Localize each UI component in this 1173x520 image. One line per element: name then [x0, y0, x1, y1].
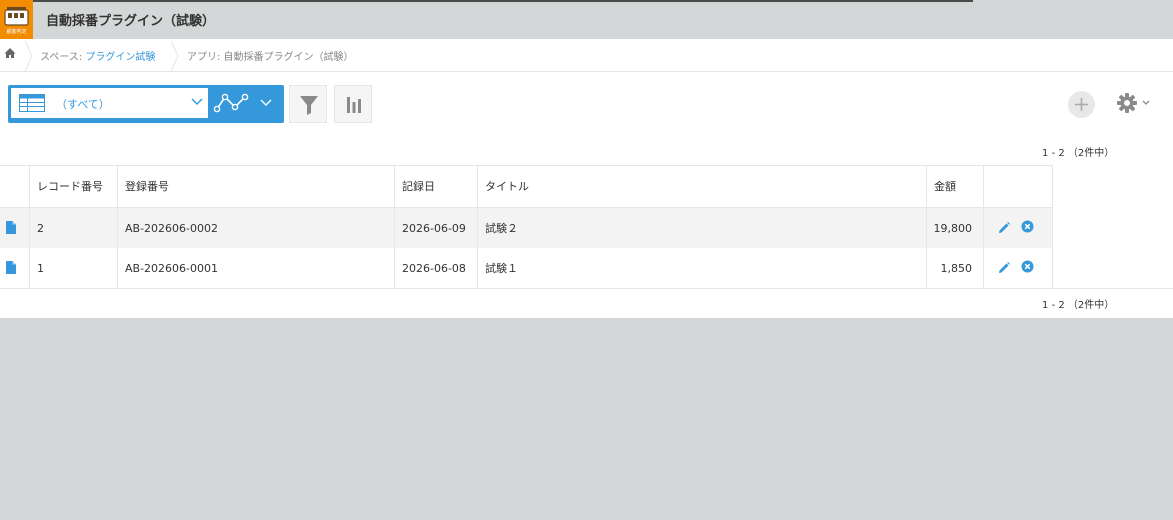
- graph-button[interactable]: [334, 85, 372, 123]
- view-dropdown[interactable]: （すべて）: [11, 88, 208, 118]
- add-record-button[interactable]: [1068, 91, 1095, 118]
- header-actions-column: [984, 166, 1053, 207]
- breadcrumb-separator: [170, 41, 179, 71]
- row-actions: [984, 248, 1053, 288]
- row-detail-cell[interactable]: [0, 248, 30, 288]
- cell-date: 2026-06-09: [395, 208, 478, 248]
- column-header[interactable]: 金額: [927, 166, 984, 207]
- cell-reg-no: AB-202606-0001: [118, 248, 395, 288]
- cell-title: 試験２: [478, 208, 927, 248]
- row-actions: [984, 208, 1053, 248]
- header-icon-column: [0, 166, 30, 207]
- pager-top: 1 - 2 （2件中）: [1042, 148, 1115, 159]
- chevron-down-icon[interactable]: [1142, 100, 1150, 106]
- breadcrumb-space-prefix: スペース:: [40, 52, 86, 63]
- breadcrumb-space-link[interactable]: プラグイン試験: [85, 52, 155, 63]
- table-view-icon: [19, 94, 45, 112]
- loading-bar: [0, 0, 973, 2]
- cell-amount: 1,850: [927, 248, 984, 288]
- column-header[interactable]: タイトル: [478, 166, 927, 207]
- column-header[interactable]: 記録日: [395, 166, 478, 207]
- app-logo-icon: [4, 7, 29, 26]
- app-icon-caption: 顧客判定: [6, 29, 27, 35]
- pencil-icon[interactable]: [997, 221, 1011, 235]
- table-bottom-border: [0, 288, 1173, 289]
- cell-title: 試験１: [478, 248, 927, 288]
- document-icon[interactable]: [6, 261, 16, 274]
- breadcrumb-app: アプリ: 自動採番プラグイン（試験）: [187, 52, 354, 63]
- bar-chart-icon: [347, 97, 361, 113]
- graph-icon[interactable]: [213, 91, 249, 115]
- view-selector: （すべて）: [8, 85, 284, 123]
- app-header: 顧客判定 自動採番プラグイン（試験）: [0, 0, 1173, 39]
- chevron-down-icon: [191, 98, 203, 105]
- column-header[interactable]: レコード番号: [30, 166, 118, 207]
- filter-button[interactable]: [289, 85, 327, 123]
- cell-date: 2026-06-08: [395, 248, 478, 288]
- filter-icon: [300, 96, 318, 115]
- cell-reg-no: AB-202606-0002: [118, 208, 395, 248]
- delete-icon[interactable]: [1021, 260, 1034, 273]
- cell-amount: 19,800: [927, 208, 984, 248]
- row-detail-cell[interactable]: [0, 208, 30, 248]
- toolbar: （すべて）: [0, 85, 1173, 125]
- document-icon[interactable]: [6, 221, 16, 234]
- pencil-icon[interactable]: [997, 261, 1011, 275]
- breadcrumb-separator: [24, 41, 33, 71]
- table-header-row: レコード番号 登録番号 記録日 タイトル 金額: [0, 165, 1053, 208]
- view-label: （すべて）: [56, 98, 110, 111]
- app-icon[interactable]: 顧客判定: [0, 0, 33, 39]
- chevron-down-icon[interactable]: [260, 99, 272, 107]
- main-content: スペース: プラグイン試験 アプリ: 自動採番プラグイン（試験） （すべて） 1…: [0, 39, 1173, 318]
- breadcrumb: スペース: プラグイン試験 アプリ: 自動採番プラグイン（試験）: [0, 39, 1173, 72]
- breadcrumb-space: スペース: プラグイン試験: [40, 48, 155, 63]
- cell-record-no: 1: [30, 248, 118, 288]
- column-header[interactable]: 登録番号: [118, 166, 395, 207]
- app-title: 自動採番プラグイン（試験）: [46, 14, 216, 29]
- table-row: 1 AB-202606-0001 2026-06-08 試験１ 1,850: [0, 248, 1053, 288]
- home-icon[interactable]: [3, 46, 17, 60]
- table-row: 2 AB-202606-0002 2026-06-09 試験２ 19,800: [0, 208, 1053, 248]
- gear-icon[interactable]: [1116, 92, 1138, 114]
- pager-bottom: 1 - 2 （2件中）: [1042, 300, 1115, 311]
- delete-icon[interactable]: [1021, 220, 1034, 233]
- cell-record-no: 2: [30, 208, 118, 248]
- plus-icon: [1075, 98, 1088, 111]
